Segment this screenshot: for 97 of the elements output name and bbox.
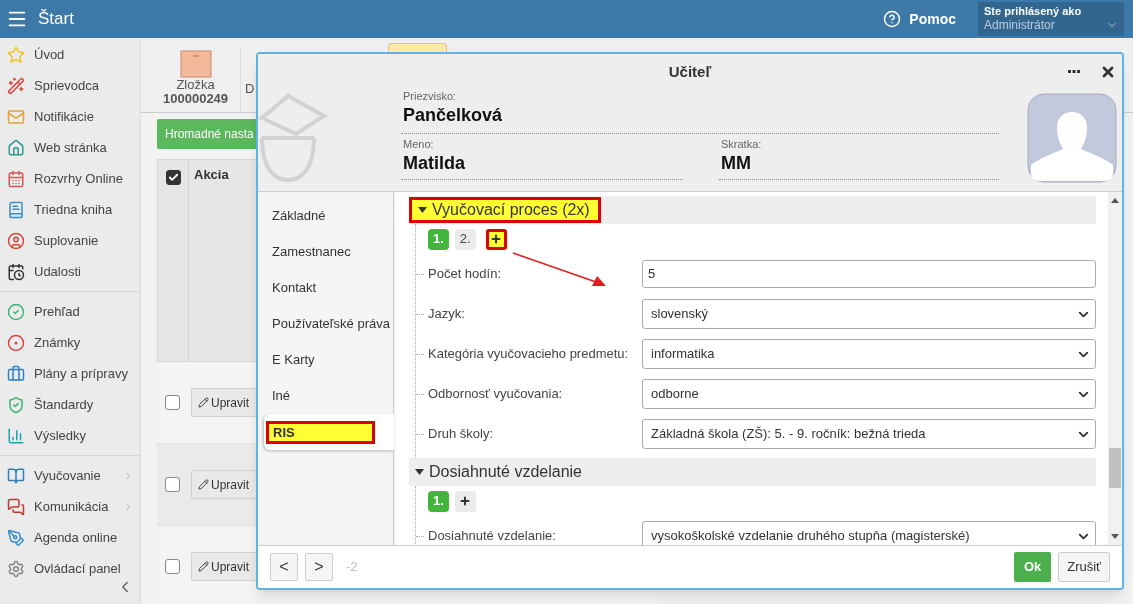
sidebar-item[interactable]: Agenda online [0,522,140,553]
entry-tab[interactable]: 2. [454,228,476,250]
scroll-down-icon[interactable] [1111,534,1119,539]
plus-icon [459,495,472,507]
section-header[interactable]: Dosiahnuté vzdelanie [409,458,1096,486]
help-icon[interactable] [883,10,902,28]
name-field[interactable]: Meno: Matilda [401,138,683,180]
checkbox[interactable] [165,477,180,492]
page-title: Štart [38,8,74,31]
sidebar-item[interactable]: Známky [0,327,140,358]
name-field[interactable]: Skratka: MM [719,138,999,180]
toolbar-button[interactable]: D [241,46,255,96]
section-title: Vyučovací proces (2x) [409,197,601,223]
tab-highlight: Kontakt [272,279,317,298]
select-field[interactable]: slovenský [642,299,1096,329]
section-title: Dosiahnuté vzdelanie [409,459,590,485]
wand-icon [7,76,25,95]
record-counter: -2 [346,558,358,577]
sidebar-item[interactable]: Rozvrhy Online [0,163,140,194]
house-icon [7,138,25,157]
field-label: Kategória vyučovacieho predmetu: [428,345,629,364]
check-circle-icon [7,302,25,321]
field-label: Odbornosť vyučovania: [428,385,563,404]
dialog-title: Učiteľ [668,61,712,82]
field-label: Počet hodín: [428,265,501,284]
calendar-icon [7,169,25,188]
add-button[interactable] [485,228,507,250]
section-header[interactable]: Vyučovací proces (2x) [409,196,1096,224]
add-button[interactable] [454,490,476,512]
bar-chart-icon [7,426,25,445]
tab-highlight: RIS [266,420,375,444]
checkbox[interactable] [165,395,180,410]
sidebar-item[interactable]: Prehľad [0,296,140,327]
tab[interactable]: Kontakt [258,270,393,306]
pencil-icon [198,397,209,408]
plus-icon [490,233,503,245]
sidebar-item[interactable]: Web stránka [0,132,140,163]
checkbox[interactable] [165,559,180,574]
field-label: Druh školy: [428,425,494,444]
circle-icon [7,333,25,352]
column-header: Akcia [194,166,229,181]
sidebar-item[interactable]: Sprievodca [0,70,140,101]
notebook-icon [7,200,25,219]
toolbar-button[interactable]: Zložka 100000249 [163,46,242,112]
previous-button[interactable]: < [270,553,298,581]
cancel-button[interactable]: Zrušiť [1058,552,1110,582]
more-icon[interactable] [1068,70,1080,73]
pen-icon [7,528,25,547]
sidebar-item[interactable]: Udalosti [0,256,140,287]
user-name: Administrátor [984,18,1055,33]
user-menu[interactable]: Ste prihlásený ako Administrátor [978,2,1124,36]
chat-icon [7,497,25,516]
tab[interactable]: Zamestnanec [258,234,393,270]
tab-highlight: E Karty [272,351,315,370]
scrollbar[interactable] [1108,192,1122,545]
sidebar-item[interactable]: Ovládací panel [0,553,140,584]
settings-icon [7,559,25,578]
scroll-thumb[interactable] [1109,448,1121,488]
sidebar-item[interactable]: Plány a prípravy [0,358,140,389]
person-icon [7,231,25,250]
select-field[interactable]: odborne [642,379,1096,409]
tab[interactable]: Používateľské práva [258,306,393,342]
star-icon [7,45,25,64]
field-label: Dosiahnuté vzdelanie: [428,527,556,545]
pencil-icon [198,561,209,572]
tab-highlight: Základné [272,207,326,226]
shield-icon [7,395,25,414]
sidebar-item[interactable]: Triedna kniha [0,194,140,225]
select-field[interactable]: vysokoškolské vzdelanie druhého stupňa (magisterské) [642,521,1096,545]
tab[interactable]: Základné [258,198,393,234]
surname-field[interactable]: Priezvisko: Pančelková [401,90,999,134]
pencil-icon [198,479,209,490]
sidebar-item[interactable]: Úvod [0,39,140,70]
help-link[interactable]: Pomoc [909,8,956,30]
sidebar-item[interactable]: Suplovanie [0,225,140,256]
calendar-icon [7,262,25,281]
sidebar-item[interactable]: Vyučovanie [0,460,140,491]
book-icon [7,466,25,485]
checkbox[interactable] [166,170,181,185]
select-field[interactable]: informatika [642,339,1096,369]
sidebar-item[interactable]: Komunikácia [0,491,140,522]
select-field[interactable]: Základná škola (ZŠ): 5. - 9. ročník: bežná trieda [642,419,1096,449]
sidebar-item[interactable]: Notifikácie [0,101,140,132]
scroll-up-icon[interactable] [1111,198,1119,203]
sidebar-item[interactable]: Výsledky [0,420,140,451]
next-button[interactable]: > [305,553,333,581]
field-label: Jazyk: [428,305,465,324]
close-icon[interactable] [1100,64,1116,80]
tab[interactable]: E Karty [258,342,393,378]
mail-icon [7,107,25,126]
briefcase-icon [7,364,25,383]
tab[interactable]: RIS [264,414,394,450]
tab-highlight: Zamestnanec [272,243,351,262]
tab-highlight: Používateľské práva [272,315,390,334]
sidebar-item[interactable]: Štandardy [0,389,140,420]
user-label: Ste prihlásený ako [984,5,1083,18]
input-field[interactable]: 5 [642,260,1096,288]
